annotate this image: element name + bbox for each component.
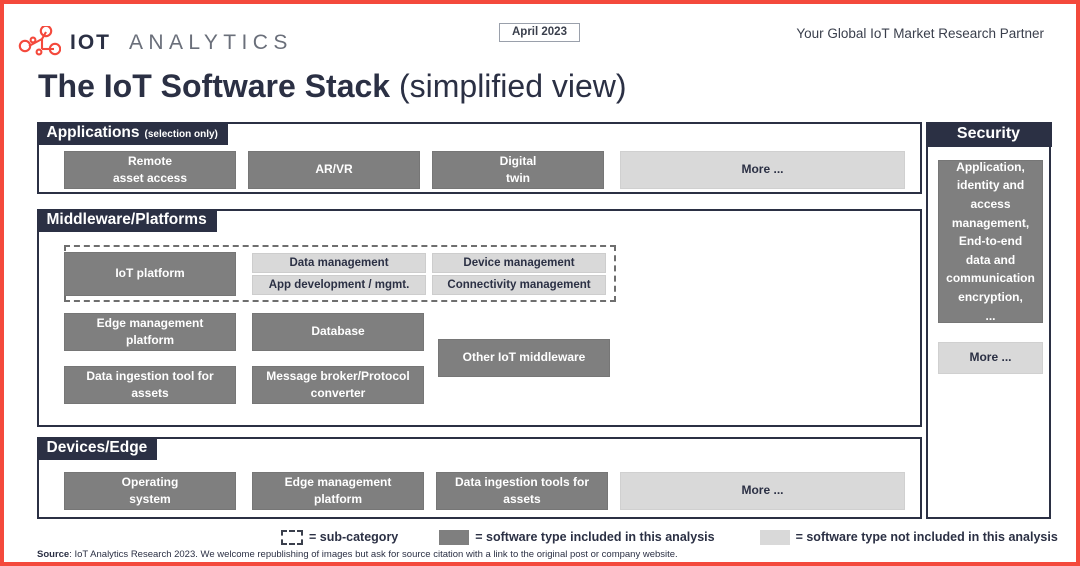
box-device-management[interactable]: Device management bbox=[432, 253, 606, 273]
page-title-light: (simplified view) bbox=[399, 68, 627, 104]
layer-panel-applications: Applications (selection only) Remoteasse… bbox=[37, 122, 922, 194]
page-title-bold: The IoT Software Stack bbox=[38, 68, 390, 104]
legend-label-sub-category: = sub-category bbox=[309, 530, 398, 544]
iot-network-nodes-icon bbox=[17, 26, 61, 60]
box-iot-platform[interactable]: IoT platform bbox=[64, 252, 236, 296]
date-badge: April 2023 bbox=[499, 23, 580, 42]
box-database[interactable]: Database bbox=[252, 313, 424, 351]
box-remote-asset-access[interactable]: Remoteasset access bbox=[64, 151, 236, 189]
box-security-body[interactable]: Application,identity andaccessmanagement… bbox=[938, 160, 1043, 323]
box-data-management[interactable]: Data management bbox=[252, 253, 426, 273]
logo-text-iot: IOT bbox=[70, 31, 111, 55]
source-label: Source bbox=[37, 549, 69, 560]
page-title: The IoT Software Stack (simplified view) bbox=[38, 68, 627, 105]
layer-header-middleware: Middleware/Platforms bbox=[37, 209, 217, 232]
box-data-ingestion-tools-for-assets[interactable]: Data ingestion tools forassets bbox=[436, 472, 608, 510]
legend-swatch-dark-icon bbox=[439, 530, 469, 545]
layer-subtitle-applications: (selection only) bbox=[145, 129, 218, 140]
layer-title-middleware: Middleware/Platforms bbox=[47, 211, 207, 229]
box-devices-more[interactable]: More ... bbox=[620, 472, 905, 510]
legend: = sub-category = software type included … bbox=[4, 525, 1080, 549]
legend-item-included: = software type included in this analysi… bbox=[439, 530, 714, 545]
layer-header-devices-edge: Devices/Edge bbox=[37, 437, 158, 460]
box-operating-system[interactable]: Operatingsystem bbox=[64, 472, 236, 510]
layer-title-applications: Applications bbox=[47, 124, 140, 142]
box-app-development-mgmt[interactable]: App development / mgmt. bbox=[252, 275, 426, 295]
box-edge-management-platform-mw[interactable]: Edge managementplatform bbox=[64, 313, 236, 351]
security-title: Security bbox=[926, 122, 1052, 147]
source-line: Source: IoT Analytics Research 2023. We … bbox=[37, 549, 678, 560]
tagline: Your Global IoT Market Research Partner bbox=[796, 26, 1044, 41]
box-data-ingestion-tool-for-assets[interactable]: Data ingestion tool forassets bbox=[64, 366, 236, 404]
legend-item-not-included: = software type not included in this ana… bbox=[760, 530, 1058, 545]
logo-text-analytics: ANALYTICS bbox=[129, 31, 293, 55]
legend-label-not-included: = software type not included in this ana… bbox=[796, 530, 1058, 544]
legend-label-included: = software type included in this analysi… bbox=[475, 530, 714, 544]
box-connectivity-management[interactable]: Connectivity management bbox=[432, 275, 606, 295]
box-message-broker-protocol-converter[interactable]: Message broker/Protocolconverter bbox=[252, 366, 424, 404]
security-panel: Security Application,identity andaccessm… bbox=[926, 122, 1051, 519]
box-applications-more[interactable]: More ... bbox=[620, 151, 905, 189]
box-digital-twin[interactable]: Digitaltwin bbox=[432, 151, 604, 189]
brand-logo: IOT ANALYTICS bbox=[17, 26, 293, 60]
layer-title-devices-edge: Devices/Edge bbox=[47, 439, 148, 457]
layer-panel-devices-edge: Devices/Edge Operatingsystem Edge manage… bbox=[37, 437, 922, 519]
box-edge-management-platform-dev[interactable]: Edge managementplatform bbox=[252, 472, 424, 510]
layer-panel-middleware: Middleware/Platforms IoT platform Data m… bbox=[37, 209, 922, 427]
legend-swatch-dashed-icon bbox=[281, 530, 303, 545]
source-text: : IoT Analytics Research 2023. We welcom… bbox=[69, 549, 677, 560]
box-ar-vr[interactable]: AR/VR bbox=[248, 151, 420, 189]
legend-item-sub-category: = sub-category bbox=[281, 530, 398, 545]
box-security-more[interactable]: More ... bbox=[938, 342, 1043, 374]
layer-header-applications: Applications (selection only) bbox=[37, 122, 228, 145]
legend-swatch-light-icon bbox=[760, 530, 790, 545]
box-other-iot-middleware[interactable]: Other IoT middleware bbox=[438, 339, 610, 377]
slide-canvas: IOT ANALYTICS April 2023 Your Global IoT… bbox=[0, 0, 1080, 566]
